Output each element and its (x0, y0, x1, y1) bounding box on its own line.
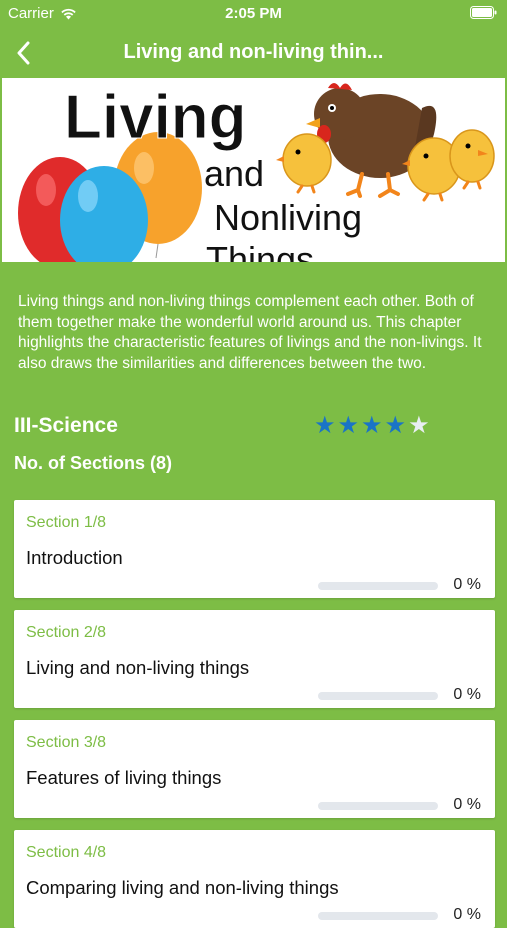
sections-count: No. of Sections (8) (14, 453, 173, 473)
section-title: Introduction (26, 547, 123, 568)
star-rating: ★ ★ ★ ★ ★ (314, 414, 430, 438)
chick-illustration-left (276, 133, 332, 194)
cover-title-things: Things (206, 239, 314, 262)
star-icon: ★ (361, 412, 383, 439)
star-icon: ★ (314, 412, 336, 439)
section-number-label: Section 4/8 (26, 844, 107, 861)
section-progress-bar (318, 692, 438, 700)
section-progress-bar (318, 912, 438, 920)
section-number-label: Section 2/8 (26, 624, 107, 641)
section-progress-bar (318, 582, 438, 590)
back-button[interactable] (8, 36, 38, 70)
cover-title-and: and (204, 153, 264, 194)
section-progress-percent: 0 % (453, 576, 481, 593)
section-number-label: Section 3/8 (26, 734, 107, 751)
chevron-left-icon (17, 41, 30, 65)
grade-subject-label: III-Science (14, 414, 118, 437)
section-progress-bar (318, 802, 438, 810)
section-title: Living and non-living things (26, 657, 250, 678)
section-title: Features of living things (26, 767, 222, 788)
section-card[interactable]: Section 1/8 Introduction 0 % (14, 500, 495, 598)
star-icon: ★ (337, 412, 360, 439)
section-progress-percent: 0 % (453, 906, 481, 923)
chapter-cover-image: Living and Nonliving Things (2, 78, 505, 262)
battery-icon (470, 6, 497, 23)
cover-title-living: Living (64, 83, 247, 152)
chapter-description: Living things and non-living things comp… (18, 293, 482, 372)
section-progress-percent: 0 % (453, 686, 481, 703)
cover-title-nonliving: Nonliving (214, 197, 362, 238)
status-time: 2:05 PM (225, 5, 282, 22)
page-title: Living and non-living thin... (123, 41, 384, 63)
section-title: Comparing living and non-living things (26, 877, 339, 898)
section-progress-percent: 0 % (453, 796, 481, 813)
navigation-bar: Living and non-living thin... (0, 28, 507, 78)
status-bar: Carrier 2:05 PM (0, 0, 507, 28)
section-card[interactable]: Section 2/8 Living and non-living things 0… (14, 610, 495, 708)
star-icon: ★ (384, 412, 407, 439)
star-icon: ★ (408, 412, 430, 439)
section-number-label: Section 1/8 (26, 514, 107, 531)
section-card[interactable]: Section 3/8 Features of living things 0 % (14, 720, 495, 818)
section-card[interactable]: Section 4/8 Comparing living and non-livi… (14, 830, 495, 928)
